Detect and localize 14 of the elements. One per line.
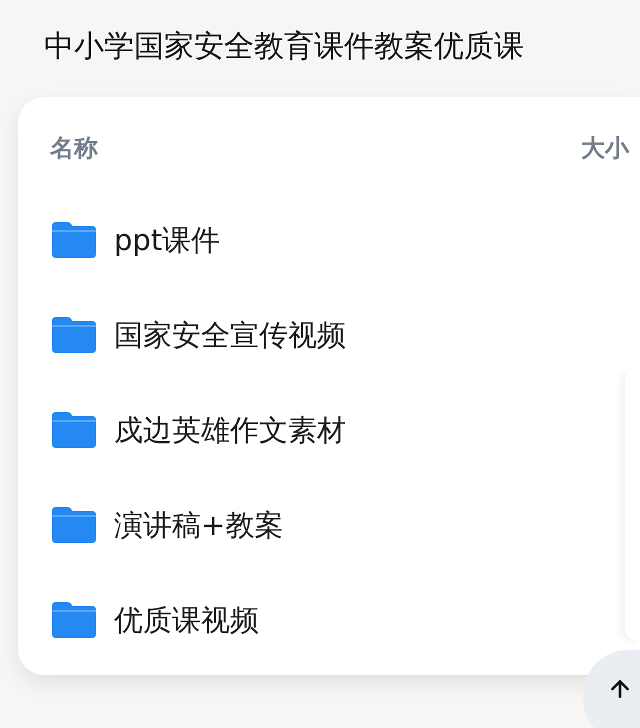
folder-name[interactable]: 戍边英雄作文素材 [114, 412, 346, 448]
folder-icon [52, 602, 96, 638]
folder-name[interactable]: 优质课视频 [114, 602, 259, 638]
folder-icon [52, 506, 96, 542]
scroll-to-top-button[interactable] [583, 650, 640, 728]
column-header: 大小 [581, 135, 629, 161]
folder-icon [52, 412, 96, 448]
folder-name[interactable]: 国家安全宣传视频 [114, 316, 346, 352]
page-title: 中小学国家安全教育课件教案优质课 [44, 28, 524, 66]
folder-name[interactable]: 演讲稿+教案 [114, 506, 284, 542]
folder-icon [52, 222, 96, 258]
folder-icon [52, 316, 96, 352]
folder-name[interactable]: ppt课件 [114, 222, 220, 258]
column-header: 名称 [50, 135, 98, 161]
